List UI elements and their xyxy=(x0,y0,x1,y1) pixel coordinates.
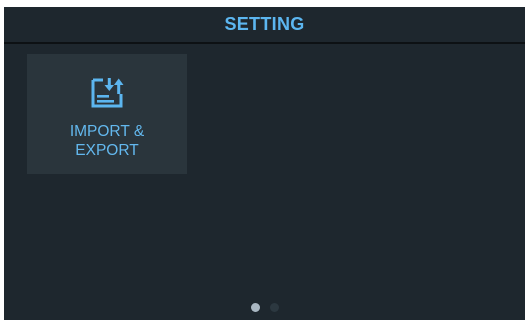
page-indicator xyxy=(4,303,525,315)
import-export-icon xyxy=(91,78,124,108)
settings-screen: SETTING IMPORT & EXPORT xyxy=(4,7,525,320)
header-divider xyxy=(4,42,525,44)
page-dot-1[interactable] xyxy=(250,303,260,312)
page-dot-2[interactable] xyxy=(269,303,279,312)
import-export-tile[interactable]: IMPORT & EXPORT xyxy=(27,54,187,174)
page-title: SETTING xyxy=(224,14,305,34)
import-export-label: IMPORT & EXPORT xyxy=(69,123,145,159)
header: SETTING xyxy=(4,7,525,42)
